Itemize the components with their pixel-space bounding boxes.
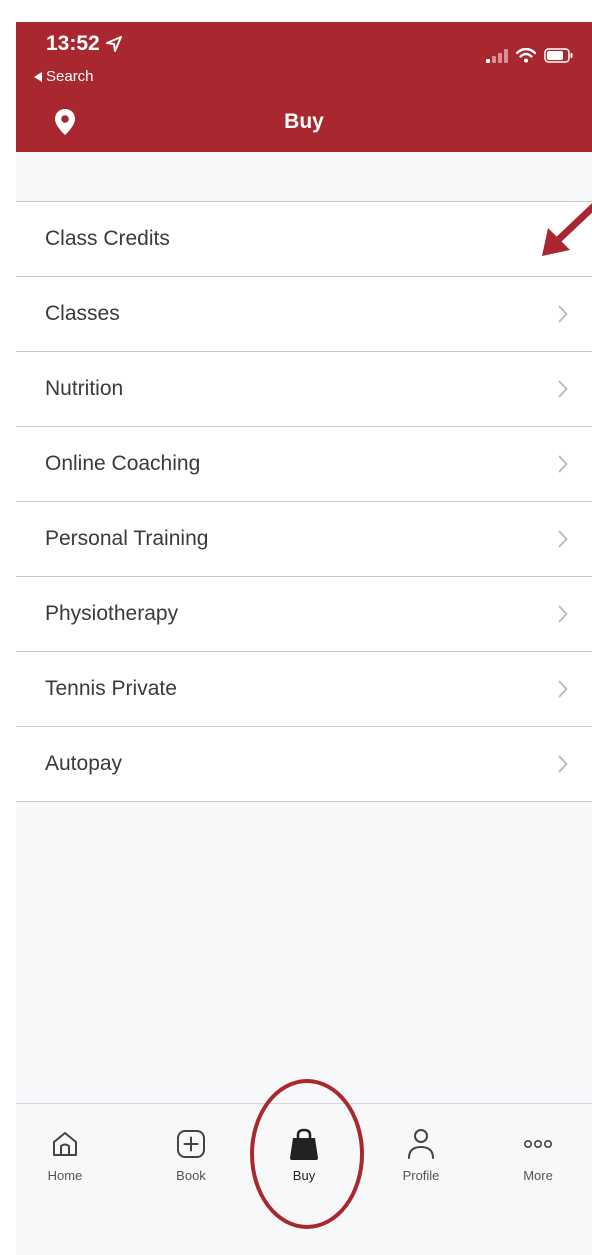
menu-item-label: Classes	[45, 302, 120, 325]
menu-item-tennis-private[interactable]: Tennis Private	[16, 652, 592, 727]
tab-more[interactable]: More	[493, 1124, 583, 1183]
tab-book[interactable]: Book	[146, 1124, 236, 1183]
menu-item-autopay[interactable]: Autopay	[16, 727, 592, 802]
chevron-right-icon	[558, 530, 568, 548]
page-title: Buy	[284, 110, 324, 133]
chevron-right-icon	[558, 755, 568, 773]
menu-item-physiotherapy[interactable]: Physiotherapy	[16, 577, 592, 652]
chevron-right-icon	[558, 305, 568, 323]
location-arrow-icon	[105, 36, 122, 52]
menu-item-class-credits[interactable]: Class Credits	[16, 202, 592, 277]
status-time-text: 13:52	[46, 32, 100, 55]
menu-item-classes[interactable]: Classes	[16, 277, 592, 352]
tab-buy[interactable]: Buy	[259, 1124, 349, 1183]
buy-menu-list: Class Credits Classes Nutrition Online C…	[16, 201, 592, 802]
menu-item-label: Physiotherapy	[45, 602, 179, 625]
menu-item-online-coaching[interactable]: Online Coaching	[16, 427, 592, 502]
cellular-signal-icon	[486, 48, 508, 63]
wifi-icon	[516, 48, 536, 63]
menu-item-label: Online Coaching	[45, 452, 201, 475]
chevron-right-icon	[558, 605, 568, 623]
tab-profile[interactable]: Profile	[376, 1124, 466, 1183]
menu-item-personal-training[interactable]: Personal Training	[16, 502, 592, 577]
tab-more-label: More	[523, 1168, 553, 1183]
back-triangle-icon	[34, 71, 42, 82]
buy-screen: 13:52 Search Buy Class Credits Classes N…	[16, 22, 592, 1255]
tab-buy-label: Buy	[292, 1168, 316, 1183]
tab-book-label: Book	[176, 1168, 206, 1183]
back-to-search-link[interactable]: Search	[34, 68, 94, 85]
status-indicators	[486, 48, 574, 63]
tab-home-label: Home	[47, 1168, 83, 1183]
status-time: 13:52	[46, 32, 122, 56]
plus-square-icon	[177, 1130, 205, 1158]
menu-item-label: Nutrition	[45, 377, 124, 400]
tab-profile-label: Profile	[402, 1168, 440, 1183]
annotation-arrow-icon	[542, 203, 592, 256]
battery-icon	[544, 48, 573, 63]
tab-bar: Home Book Buy Profile More	[16, 1103, 592, 1255]
back-search-label: Search	[46, 68, 94, 85]
menu-item-label: Personal Training	[45, 527, 209, 550]
ellipsis-icon	[523, 1139, 552, 1149]
chevron-right-icon	[558, 680, 568, 698]
menu-item-label: Class Credits	[45, 227, 170, 250]
menu-item-label: Autopay	[45, 752, 123, 775]
header-bar: 13:52 Search Buy	[16, 22, 592, 152]
menu-item-nutrition[interactable]: Nutrition	[16, 352, 592, 427]
shopping-bag-icon	[290, 1128, 318, 1160]
person-icon	[408, 1129, 434, 1159]
chevron-right-icon	[558, 380, 568, 398]
chevron-right-icon	[558, 455, 568, 473]
home-icon	[53, 1132, 77, 1156]
tab-home[interactable]: Home	[20, 1124, 110, 1183]
menu-item-label: Tennis Private	[45, 677, 177, 700]
